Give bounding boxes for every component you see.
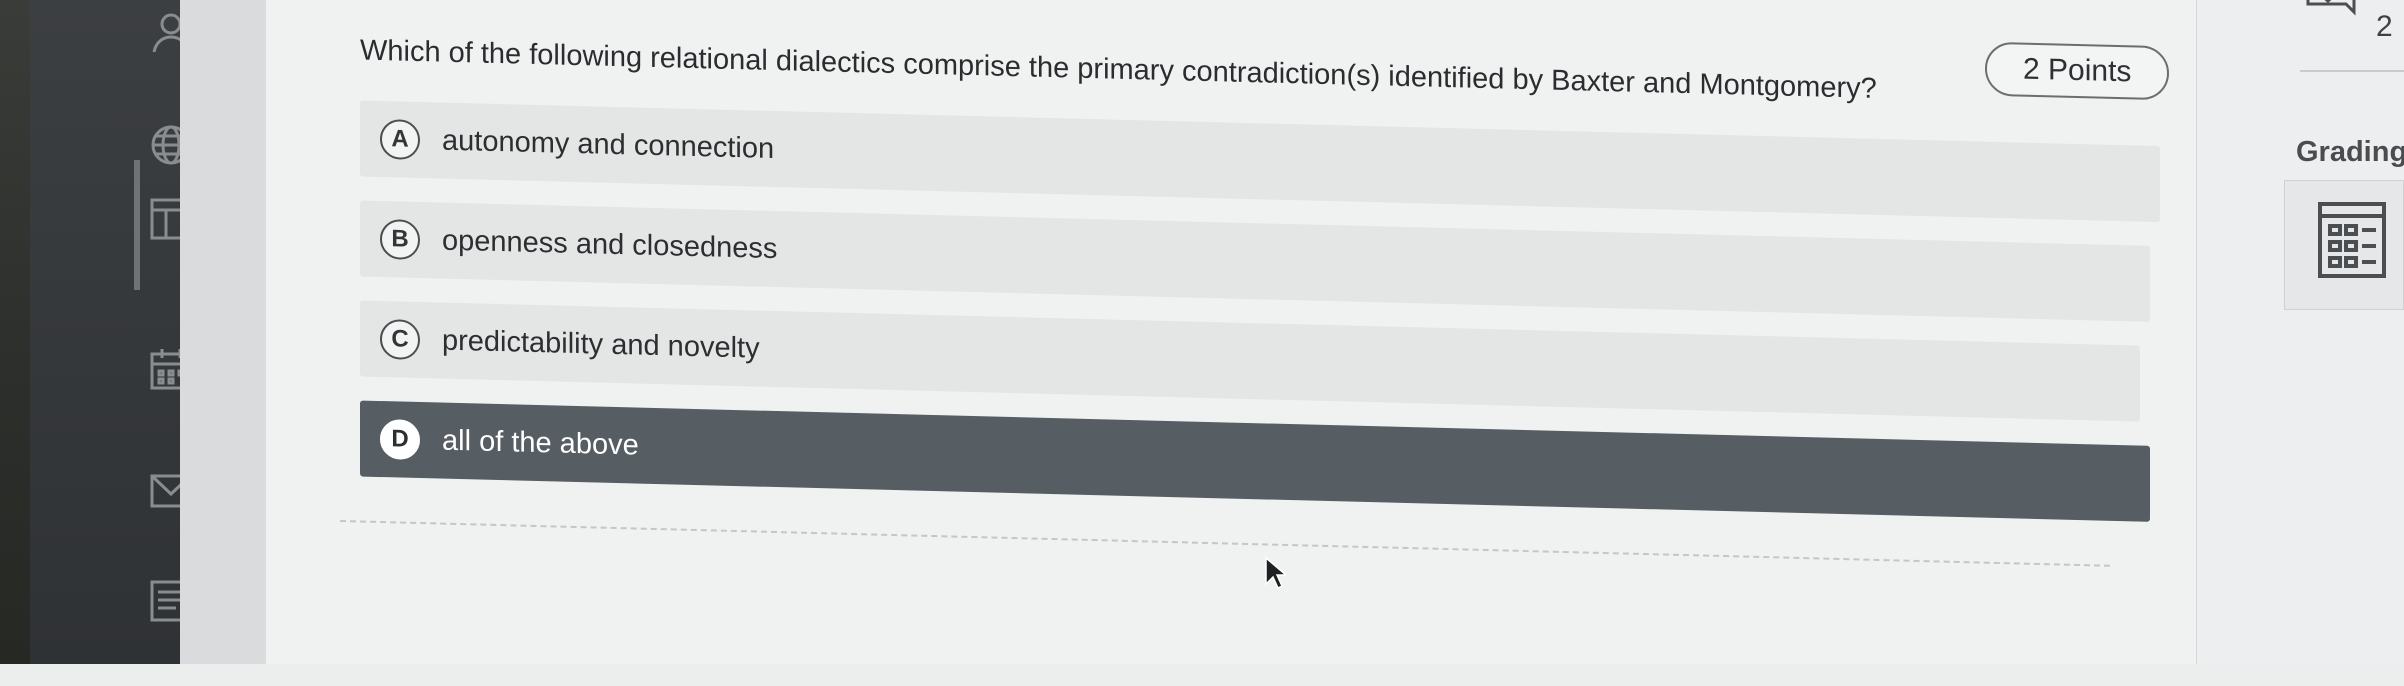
left-sidebar (30, 0, 180, 664)
option-c[interactable]: C predictability and novelty (360, 300, 2140, 422)
option-a[interactable]: A autonomy and connection (360, 100, 2160, 223)
question-card: 2 Points Which of the following relation… (340, 20, 2170, 686)
option-label: autonomy and connection (442, 124, 775, 165)
comment-icon[interactable] (2304, 0, 2358, 26)
option-b[interactable]: B openness and closedness (360, 200, 2150, 322)
question-divider (340, 520, 2110, 567)
page-number: 2 (2376, 10, 2393, 43)
mouse-cursor-icon (1264, 556, 1289, 590)
option-letter: B (380, 219, 420, 261)
right-pane (2196, 0, 2404, 664)
grading-label: Grading (2296, 136, 2404, 168)
option-label: openness and closedness (442, 224, 778, 265)
option-d[interactable]: D all of the above (360, 400, 2150, 522)
calculator-icon (2316, 200, 2388, 280)
right-pane-divider (2300, 70, 2404, 72)
sidebar-active-indicator (134, 160, 140, 290)
option-label: predictability and novelty (442, 324, 760, 365)
option-letter: D (380, 419, 420, 461)
content-gutter (180, 0, 266, 664)
option-letter: C (380, 319, 420, 361)
option-label: all of the above (442, 424, 639, 462)
option-letter: A (380, 119, 420, 161)
